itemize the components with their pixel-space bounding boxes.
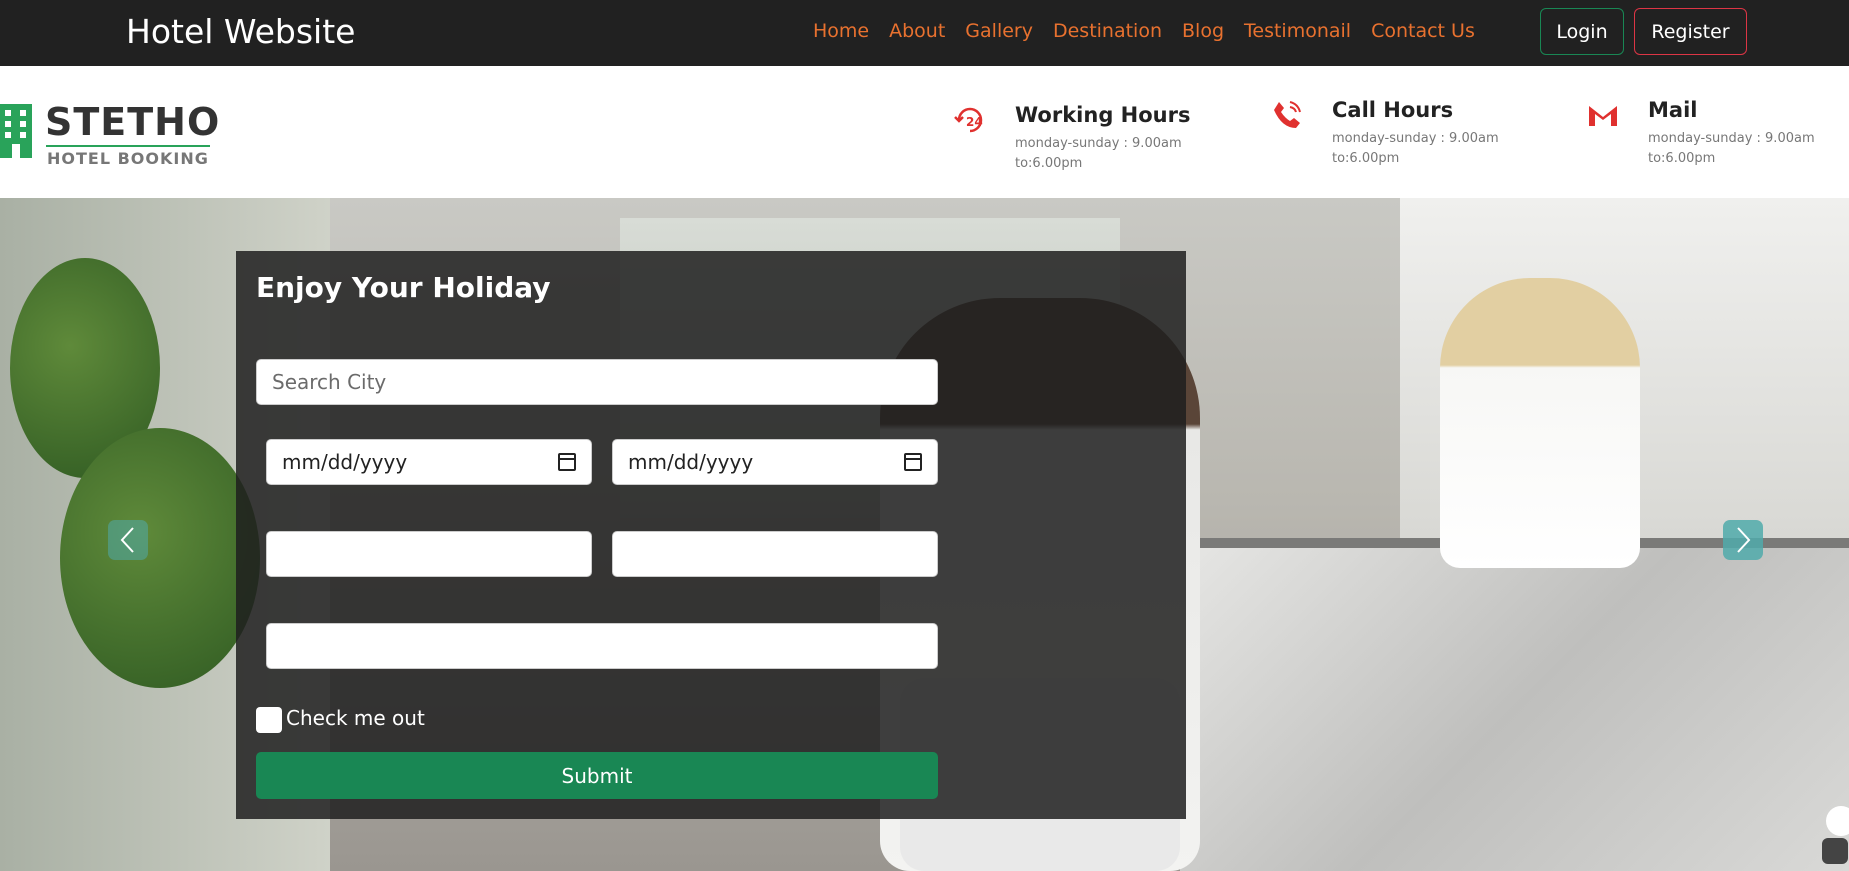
check-me-out-checkbox[interactable] bbox=[256, 707, 282, 733]
hero-receptionist bbox=[1440, 278, 1640, 568]
site-brand[interactable]: Hotel Website bbox=[126, 12, 355, 51]
nav-link-about[interactable]: About bbox=[889, 20, 945, 42]
guest-field-left[interactable] bbox=[266, 531, 592, 577]
form-title: Enjoy Your Holiday bbox=[256, 271, 551, 304]
hero-counter bbox=[1180, 548, 1849, 871]
info-title: Working Hours bbox=[1015, 103, 1191, 127]
svg-text:24: 24 bbox=[966, 115, 983, 129]
checkin-date-value: mm/dd/yyyy bbox=[282, 450, 408, 474]
booking-form-panel: Enjoy Your Holiday Search City mm/dd/yyy… bbox=[236, 251, 1186, 819]
submit-button[interactable]: Submit bbox=[256, 752, 938, 799]
calendar-icon[interactable] bbox=[558, 453, 576, 471]
chat-widget-button[interactable] bbox=[1826, 806, 1849, 836]
info-text: monday-sunday : 9.00am to:6.00pm bbox=[1015, 136, 1182, 171]
info-text: monday-sunday : 9.00am to:6.00pm bbox=[1648, 131, 1815, 166]
checkbox-label: Check me out bbox=[286, 706, 425, 730]
checkin-date-input[interactable]: mm/dd/yyyy bbox=[266, 439, 592, 485]
building-logo-icon bbox=[0, 104, 32, 158]
info-title: Call Hours bbox=[1332, 98, 1454, 122]
nav-links: Home About Gallery Destination Blog Test… bbox=[813, 20, 1495, 42]
gmail-icon bbox=[1589, 106, 1617, 126]
checkout-date-value: mm/dd/yyyy bbox=[628, 450, 754, 474]
logo-divider bbox=[46, 145, 210, 147]
info-title: Mail bbox=[1648, 98, 1698, 122]
info-text: monday-sunday : 9.00am to:6.00pm bbox=[1332, 131, 1499, 166]
nav-link-gallery[interactable]: Gallery bbox=[965, 20, 1033, 42]
details-field[interactable] bbox=[266, 623, 938, 669]
search-city-input[interactable]: Search City bbox=[256, 359, 938, 405]
hero-plant bbox=[60, 428, 260, 688]
nav-link-home[interactable]: Home bbox=[813, 20, 869, 42]
register-button[interactable]: Register bbox=[1634, 8, 1747, 55]
carousel-next-button[interactable] bbox=[1723, 520, 1763, 560]
chevron-right-icon bbox=[1737, 527, 1751, 553]
calendar-icon[interactable] bbox=[904, 453, 922, 471]
login-button[interactable]: Login bbox=[1540, 8, 1624, 55]
chevron-left-icon bbox=[120, 527, 134, 553]
nav-link-testimonial[interactable]: Testimonail bbox=[1244, 20, 1351, 42]
nav-link-contact[interactable]: Contact Us bbox=[1371, 20, 1475, 42]
logo-title: STETHO bbox=[45, 100, 221, 144]
nav-link-destination[interactable]: Destination bbox=[1053, 20, 1162, 42]
tools-widget-button[interactable] bbox=[1822, 838, 1848, 864]
logo-subtitle: HOTEL BOOKING bbox=[47, 149, 209, 168]
24-hours-icon: 24 bbox=[954, 107, 983, 133]
carousel-prev-button[interactable] bbox=[108, 520, 148, 560]
checkout-date-input[interactable]: mm/dd/yyyy bbox=[612, 439, 938, 485]
top-navbar: Hotel Website Home About Gallery Destina… bbox=[0, 0, 1849, 66]
guest-field-right[interactable] bbox=[612, 531, 938, 577]
header-info-strip: STETHO HOTEL BOOKING 24 Working Hours mo… bbox=[0, 66, 1849, 198]
nav-link-blog[interactable]: Blog bbox=[1182, 20, 1224, 42]
phone-icon bbox=[1274, 101, 1301, 128]
